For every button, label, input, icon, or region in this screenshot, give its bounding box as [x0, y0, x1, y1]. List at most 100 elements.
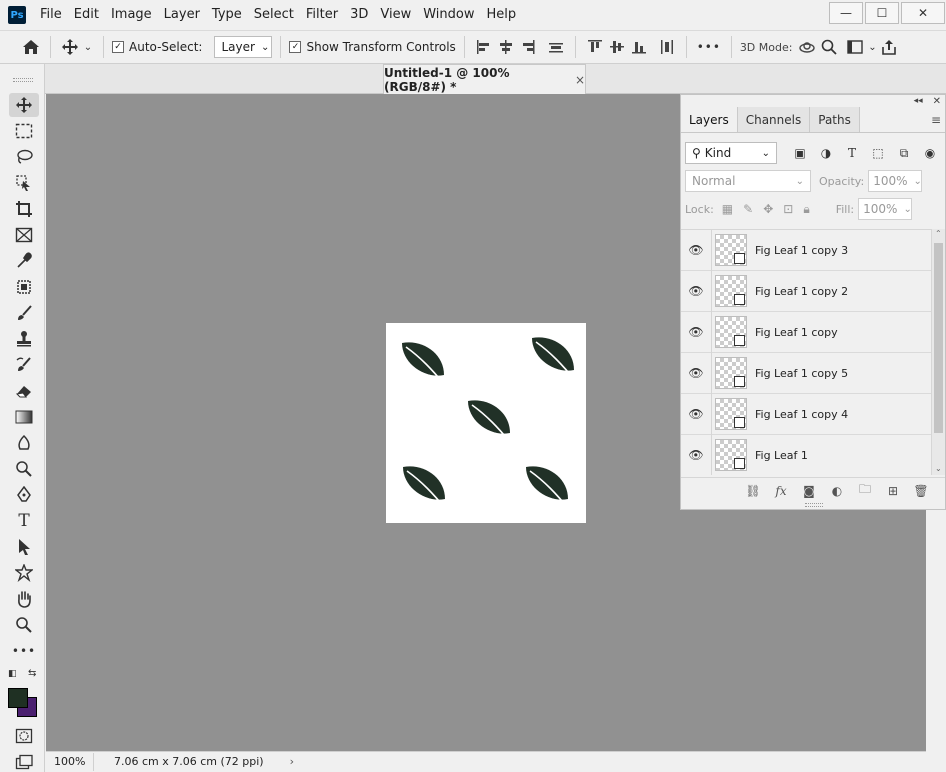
close-button[interactable]: ✕ — [901, 2, 945, 24]
lock-transparent-icon[interactable]: ▦ — [722, 202, 733, 216]
marquee-tool-icon[interactable] — [9, 119, 39, 143]
layer-row[interactable]: 👁︎ Fig Leaf 1 copy 5 — [681, 352, 931, 394]
lasso-tool-icon[interactable] — [9, 145, 39, 169]
home-icon[interactable] — [20, 36, 42, 58]
maximize-button[interactable]: ☐ — [865, 2, 899, 24]
type-filter-icon[interactable]: T — [841, 143, 863, 163]
toolbar-grip[interactable] — [13, 78, 33, 82]
workspace-icon[interactable] — [844, 36, 866, 58]
menu-window[interactable]: Window — [417, 0, 480, 30]
document-canvas[interactable] — [386, 323, 586, 523]
panel-menu-icon[interactable]: ≡ — [931, 113, 941, 127]
layer-name[interactable]: Fig Leaf 1 copy 3 — [755, 244, 848, 257]
layer-row[interactable]: 👁︎ Fig Leaf 1 copy 4 — [681, 393, 931, 435]
visibility-eye-icon[interactable]: 👁︎ — [681, 284, 711, 298]
zoom-tool-icon[interactable] — [9, 613, 39, 637]
pixel-filter-icon[interactable]: ▣ — [789, 143, 811, 163]
align-horizontal-center-icon[interactable] — [495, 36, 517, 58]
layer-name[interactable]: Fig Leaf 1 copy 4 — [755, 408, 848, 421]
tab-layers[interactable]: Layers — [681, 107, 738, 132]
menu-help[interactable]: Help — [481, 0, 523, 30]
tab-channels[interactable]: Channels — [737, 107, 811, 132]
visibility-eye-icon[interactable]: 👁︎ — [681, 243, 711, 257]
more-tools-icon[interactable]: ••• — [9, 639, 39, 663]
fill-field[interactable]: 100% ⌄ — [858, 198, 913, 220]
quick-mask-icon[interactable] — [9, 724, 39, 748]
scroll-up-icon[interactable]: ⌃ — [935, 229, 942, 238]
healing-brush-tool-icon[interactable] — [9, 275, 39, 299]
more-options-icon[interactable]: ••• — [695, 36, 723, 58]
swap-colors-icon[interactable]: ⇆ — [28, 668, 36, 679]
tab-paths[interactable]: Paths — [810, 107, 860, 132]
history-brush-tool-icon[interactable] — [9, 353, 39, 377]
clone-stamp-tool-icon[interactable] — [9, 327, 39, 351]
pen-tool-icon[interactable] — [9, 483, 39, 507]
gradient-tool-icon[interactable] — [9, 405, 39, 429]
layer-row[interactable]: 👁︎ Fig Leaf 1 — [681, 434, 931, 475]
hand-tool-icon[interactable] — [9, 587, 39, 611]
object-selection-tool-icon[interactable] — [9, 171, 39, 195]
eyedropper-tool-icon[interactable] — [9, 249, 39, 273]
auto-select-target-select[interactable]: Layer ⌄ — [214, 36, 273, 58]
screen-mode-icon[interactable] — [9, 750, 39, 772]
adjustment-filter-icon[interactable]: ◑ — [815, 143, 837, 163]
link-icon[interactable]: ⛓︎ — [743, 482, 763, 500]
chevron-down-icon[interactable]: ⌄ — [866, 36, 878, 58]
path-selection-tool-icon[interactable] — [9, 535, 39, 559]
blur-tool-icon[interactable] — [9, 431, 39, 455]
panel-resize-grip[interactable] — [805, 503, 823, 507]
layer-row[interactable]: 👁︎ Fig Leaf 1 copy 2 — [681, 270, 931, 312]
layer-list-scrollbar[interactable]: ⌃ ⌄ — [931, 229, 945, 475]
custom-shape-tool-icon[interactable] — [9, 561, 39, 585]
scroll-down-icon[interactable]: ⌄ — [935, 464, 942, 473]
close-tab-icon[interactable]: × — [575, 73, 585, 87]
auto-select-option[interactable]: ✓ Auto-Select: — [112, 40, 202, 54]
group-folder-icon[interactable]: 🗀︎ — [855, 482, 875, 500]
visibility-eye-icon[interactable]: 👁︎ — [681, 366, 711, 380]
search-icon[interactable] — [818, 36, 840, 58]
layer-name[interactable]: Fig Leaf 1 copy — [755, 326, 838, 339]
scrollbar-thumb[interactable] — [934, 243, 943, 433]
layer-row[interactable]: 👁︎ Fig Leaf 1 copy — [681, 311, 931, 353]
menu-layer[interactable]: Layer — [158, 0, 206, 30]
layer-name[interactable]: Fig Leaf 1 copy 5 — [755, 367, 848, 380]
lock-image-icon[interactable]: ✎ — [743, 202, 753, 216]
fx-icon[interactable]: fx — [771, 482, 791, 500]
orbit-3d-icon[interactable] — [796, 36, 818, 58]
new-layer-icon[interactable]: ⊞ — [883, 482, 903, 500]
menu-file[interactable]: File — [34, 0, 68, 30]
close-panel-icon[interactable]: ✕ — [933, 96, 941, 107]
distribute-vertical-icon[interactable] — [545, 36, 567, 58]
adjustment-icon[interactable]: ◐ — [827, 482, 847, 500]
collapse-panel-icon[interactable]: ◂◂ — [914, 96, 923, 106]
shape-filter-icon[interactable]: ⬚ — [867, 143, 889, 163]
lock-artboard-icon[interactable]: ⊡ — [783, 202, 793, 216]
show-transform-checkbox[interactable]: ✓ — [289, 41, 302, 53]
move-tool-icon[interactable] — [9, 93, 39, 117]
filter-kind-select[interactable]: ⚲ Kind ⌄ — [685, 142, 777, 164]
menu-edit[interactable]: Edit — [68, 0, 105, 30]
visibility-eye-icon[interactable]: 👁︎ — [681, 325, 711, 339]
layer-name[interactable]: Fig Leaf 1 — [755, 449, 808, 462]
trash-icon[interactable]: 🗑︎ — [911, 482, 931, 500]
lock-position-icon[interactable]: ✥ — [763, 202, 773, 216]
smart-object-filter-icon[interactable]: ⧉ — [893, 143, 915, 163]
menu-view[interactable]: View — [374, 0, 417, 30]
status-menu-arrow-icon[interactable]: › — [290, 755, 294, 768]
default-colors-icon[interactable]: ◧ — [8, 669, 17, 679]
distribute-horizontal-icon[interactable] — [656, 36, 678, 58]
share-icon[interactable] — [878, 36, 900, 58]
align-vertical-center-icon[interactable] — [606, 36, 628, 58]
visibility-eye-icon[interactable]: 👁︎ — [681, 407, 711, 421]
menu-filter[interactable]: Filter — [300, 0, 344, 30]
align-right-icon[interactable] — [517, 36, 539, 58]
frame-tool-icon[interactable] — [9, 223, 39, 247]
eraser-tool-icon[interactable] — [9, 379, 39, 403]
minimize-button[interactable]: — — [829, 2, 863, 24]
type-tool-icon[interactable]: T — [9, 509, 39, 533]
menu-image[interactable]: Image — [105, 0, 158, 30]
menu-select[interactable]: Select — [248, 0, 300, 30]
move-tool-icon[interactable] — [59, 36, 81, 58]
lock-all-icon[interactable]: 🔒︎ — [803, 202, 809, 217]
dodge-tool-icon[interactable] — [9, 457, 39, 481]
